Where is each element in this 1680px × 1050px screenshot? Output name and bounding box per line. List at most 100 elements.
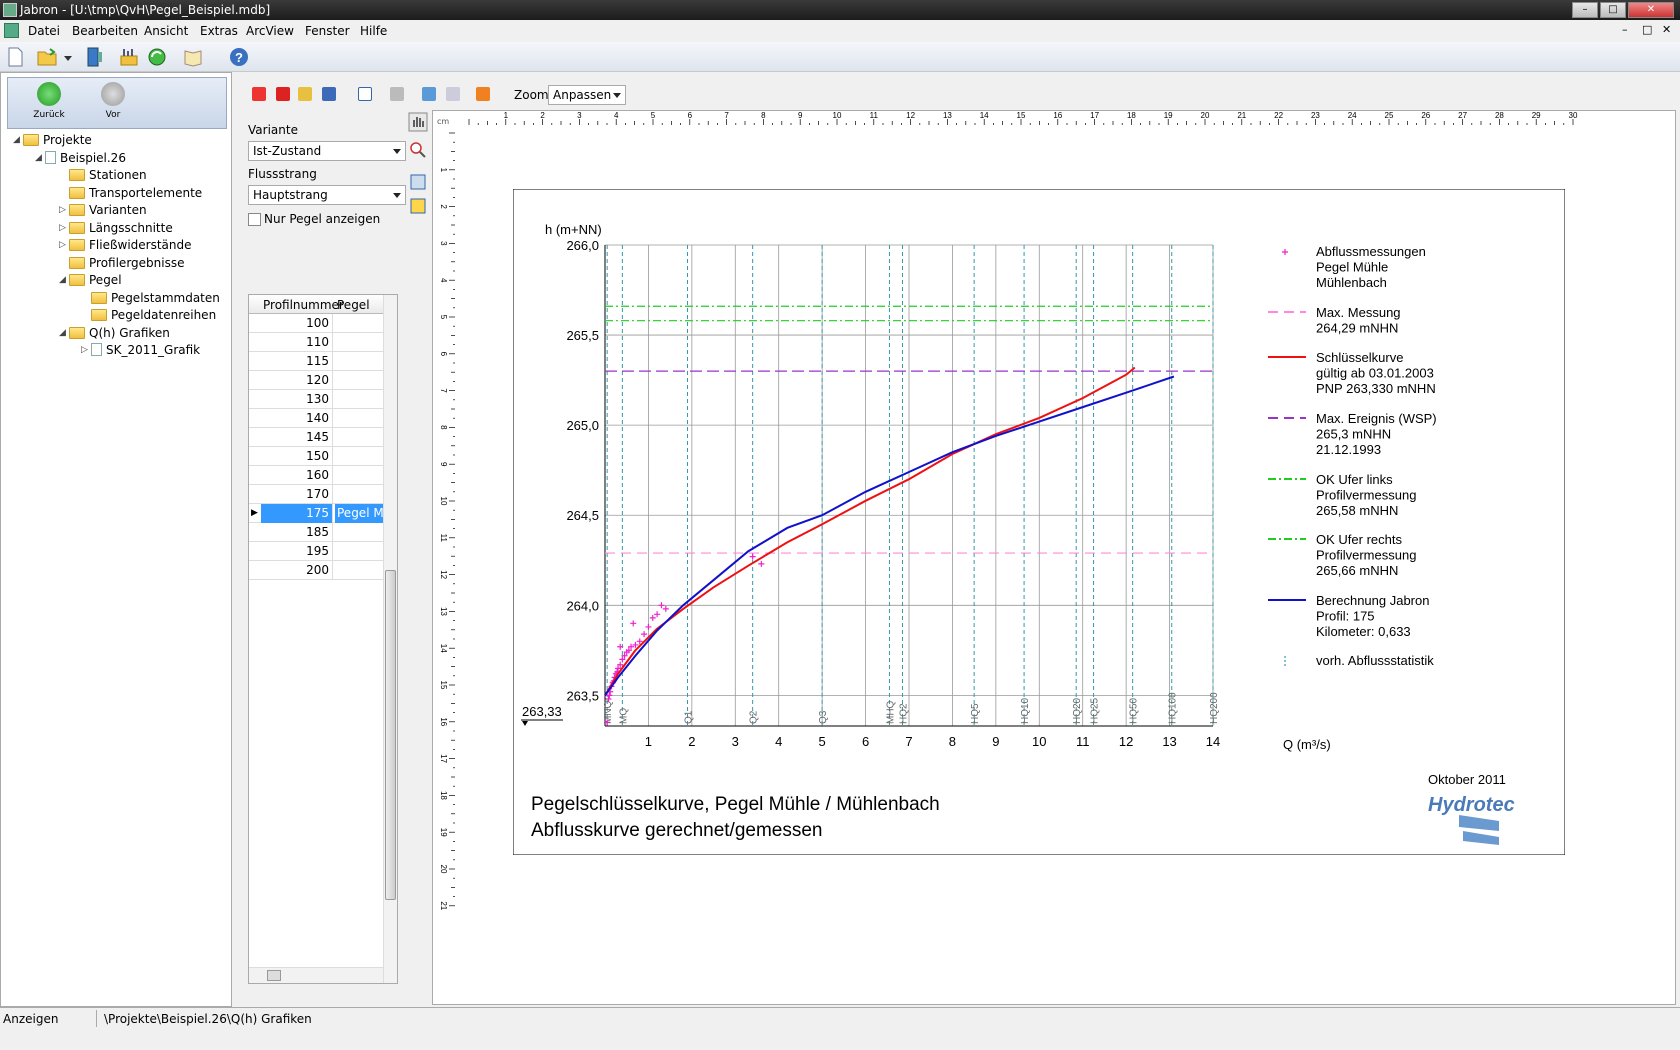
table-row[interactable]: 195 [249, 542, 383, 561]
close-button[interactable]: ✕ [1628, 2, 1674, 18]
fit-page-icon[interactable] [408, 172, 428, 192]
cell-profilnummer[interactable]: 130 [261, 390, 333, 409]
table-row[interactable]: 140 [249, 409, 383, 428]
table-row[interactable]: 200 [249, 561, 383, 580]
flussstrang-select[interactable]: Hauptstrang [248, 185, 406, 205]
mdi-close-button[interactable]: ✕ [1662, 23, 1671, 36]
add-red-icon[interactable] [252, 87, 266, 101]
variante-select[interactable]: Ist-Zustand [248, 141, 406, 161]
table-row[interactable]: 170 [249, 485, 383, 504]
export-image-icon[interactable] [422, 87, 436, 101]
cell-pegel[interactable] [335, 390, 383, 409]
tree-item[interactable]: Längsschnitte [69, 221, 173, 238]
tree-expander-icon[interactable]: ▷ [59, 205, 66, 215]
cell-profilnummer[interactable]: 160 [261, 466, 333, 485]
zoom-in-icon[interactable] [408, 140, 428, 160]
pan-hand-icon[interactable] [408, 112, 428, 132]
table-row[interactable]: 110 [249, 333, 383, 352]
tree-item[interactable]: Beispiel.26 [45, 150, 126, 168]
table-row[interactable]: 160 [249, 466, 383, 485]
graphic-canvas[interactable]: 1 2 3 4 5 6 7 8 9 10 11 12 13 14 15 16 17 18 19 20 21 22 23 24 2… [432, 110, 1676, 1005]
new-file-icon[interactable] [4, 46, 26, 68]
tree-expander-icon[interactable]: ▷ [59, 223, 66, 233]
grid-header-profilnummer[interactable]: Profilnummer [263, 298, 344, 312]
tree-expander-icon[interactable]: ▷ [59, 240, 66, 250]
tree-expander-icon[interactable]: ▷ [81, 345, 88, 355]
settings-orange-icon[interactable] [476, 87, 490, 101]
delete-red-icon[interactable] [276, 87, 290, 101]
cell-profilnummer[interactable]: 200 [261, 561, 333, 580]
cell-pegel[interactable] [335, 428, 383, 447]
tree-expander-icon[interactable]: ◢ [13, 135, 20, 145]
exit-door-icon[interactable] [84, 46, 106, 68]
cell-profilnummer[interactable]: 100 [261, 314, 333, 333]
nur-pegel-checkbox[interactable] [248, 213, 261, 226]
cell-profilnummer[interactable]: 170 [261, 485, 333, 504]
refresh-arrows-icon[interactable] [146, 46, 168, 68]
cell-profilnummer[interactable]: 120 [261, 371, 333, 390]
hscroll-thumb[interactable] [267, 970, 281, 981]
table-row[interactable]: ▶175Pegel Mü [249, 504, 383, 523]
cell-pegel[interactable] [335, 333, 383, 352]
print-icon[interactable] [390, 87, 404, 101]
cell-pegel[interactable] [335, 409, 383, 428]
table-row[interactable]: 185 [249, 523, 383, 542]
cell-pegel[interactable] [335, 447, 383, 466]
grid-header-pegel[interactable]: Pegel [337, 298, 370, 312]
cell-pegel[interactable]: Pegel Mü [335, 504, 383, 523]
tree-expander-icon[interactable]: ◢ [59, 328, 66, 338]
zoom-select[interactable]: Anpassen [548, 85, 626, 105]
dropdown-arrow-icon[interactable] [62, 50, 74, 72]
cell-profilnummer[interactable]: 140 [261, 409, 333, 428]
table-row[interactable]: 115 [249, 352, 383, 371]
tree-item[interactable]: Transportelemente [69, 186, 202, 203]
cell-pegel[interactable] [335, 542, 383, 561]
tree-expander-icon[interactable]: ◢ [35, 153, 42, 163]
cell-profilnummer[interactable]: 195 [261, 542, 333, 561]
tree-item[interactable]: Stationen [69, 168, 147, 185]
tree-item[interactable]: Fließwiderstände [69, 238, 192, 255]
cell-pegel[interactable] [335, 352, 383, 371]
cell-pegel[interactable] [335, 466, 383, 485]
open-folder-icon[interactable] [36, 46, 58, 68]
cell-profilnummer[interactable]: 115 [261, 352, 333, 371]
cell-pegel[interactable] [335, 314, 383, 333]
forward-button[interactable]: Vor [88, 82, 138, 120]
copy-icon[interactable] [446, 87, 460, 101]
tree-item[interactable]: Pegel [69, 273, 122, 290]
cell-pegel[interactable] [335, 561, 383, 580]
mdi-doc-icon[interactable] [4, 23, 19, 38]
scrollbar-thumb[interactable] [385, 570, 396, 900]
save-icon[interactable] [322, 87, 336, 101]
menu-bearbeiten[interactable]: Bearbeiten [72, 24, 138, 38]
menu-hilfe[interactable]: Hilfe [360, 24, 387, 38]
chart-edit-icon[interactable] [358, 87, 372, 101]
tree-item[interactable]: SK_2011_Grafik [91, 343, 200, 360]
cell-profilnummer[interactable]: 110 [261, 333, 333, 352]
menu-ansicht[interactable]: Ansicht [144, 24, 188, 38]
menu-extras[interactable]: Extras [200, 24, 238, 38]
table-row[interactable]: 150 [249, 447, 383, 466]
cell-profilnummer[interactable]: 185 [261, 523, 333, 542]
cell-profilnummer[interactable]: 150 [261, 447, 333, 466]
menu-fenster[interactable]: Fenster [305, 24, 350, 38]
maximize-button[interactable]: □ [1600, 2, 1626, 18]
gauge-tools-icon[interactable] [118, 46, 140, 68]
cell-pegel[interactable] [335, 371, 383, 390]
tree-item[interactable]: Pegelstammdaten [91, 291, 220, 308]
tree-item[interactable]: Varianten [69, 203, 147, 220]
open-folder-small-icon[interactable] [298, 87, 312, 101]
grid-vertical-scrollbar[interactable] [383, 295, 397, 983]
cell-profilnummer[interactable]: 175 [261, 504, 333, 523]
table-row[interactable]: 100 [249, 314, 383, 333]
tree-item[interactable]: Projekte [23, 133, 92, 150]
cell-profilnummer[interactable]: 145 [261, 428, 333, 447]
tree-expander-icon[interactable]: ◢ [59, 275, 66, 285]
back-button[interactable]: Zurück [24, 82, 74, 120]
help-icon[interactable]: ? [228, 46, 250, 68]
menu-arcview[interactable]: ArcView [246, 24, 294, 38]
minimize-button[interactable]: – [1572, 2, 1598, 18]
mdi-restore-button[interactable]: □ [1642, 23, 1652, 36]
cell-pegel[interactable] [335, 485, 383, 504]
menu-datei[interactable]: Datei [28, 24, 60, 38]
